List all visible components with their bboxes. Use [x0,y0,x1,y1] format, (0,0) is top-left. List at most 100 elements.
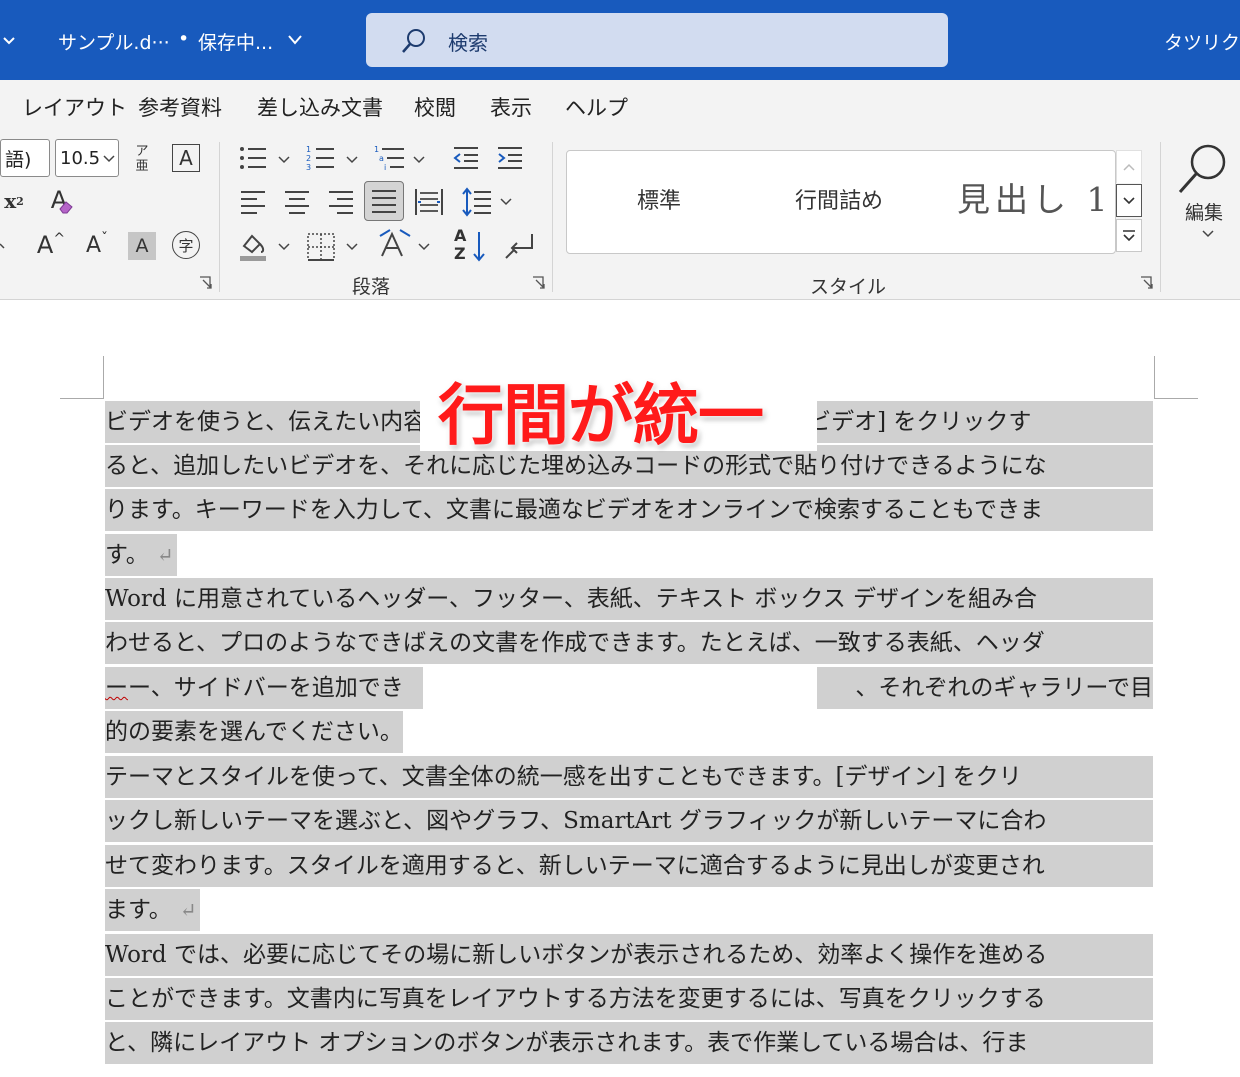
svg-text:3: 3 [306,163,311,172]
tab-help[interactable]: ヘルプ [565,92,628,122]
quick-access-dropdown-icon[interactable] [2,30,16,50]
text-line-last[interactable]: 的の要素を選んでください。 [105,711,403,753]
tab-mailings[interactable]: 差し込み文書 [257,92,383,122]
text-line-last[interactable]: ます。 ↵ [105,889,201,931]
tab-view[interactable]: 表示 [490,92,532,122]
distributed-icon[interactable] [414,187,444,217]
align-center-icon[interactable] [284,189,310,215]
character-border-button[interactable]: A [172,144,200,172]
multilevel-list-icon[interactable]: 1ai [374,144,406,172]
font-dialog-launcher-icon[interactable] [198,275,214,291]
shrink-caret: ˇ [101,231,109,247]
chevron-down-icon[interactable] [278,156,290,164]
style-normal[interactable]: 標準 [637,183,681,215]
ribbon-tabs: レイアウト 参考資料 差し込み文書 校閲 表示 ヘルプ [0,80,1240,132]
chevron-down-icon[interactable] [286,32,304,48]
text-line[interactable]: せて変わります。スタイルを適用すると、新しいテーマに適合するように見出しが変更さ… [105,845,1153,887]
squiggle-char: ー [105,675,128,701]
chevron-down-icon[interactable] [278,243,290,251]
title-bar: サンプル.d··· • 保存中... 検索 タツリク エ [0,0,1240,80]
grow-font-label: A [36,231,54,259]
styles-scroll-up[interactable] [1116,150,1142,183]
text-line[interactable]: ことができます。文書内に写真をレイアウトする方法を変更するには、写真をクリックす… [105,978,1153,1020]
borders-icon[interactable] [306,232,336,262]
text-line[interactable]: ります。キーワードを入力して、文書に最適なビデオをオンラインで検索することもでき… [105,489,1153,531]
font-name-combo[interactable]: 語) [0,139,50,177]
svg-text:i: i [384,163,386,172]
tab-layout[interactable]: レイアウト [22,92,127,122]
phonetic-guide-button[interactable]: ア 亜 [128,142,156,176]
shading-bucket-icon[interactable] [238,230,270,262]
increase-indent-icon[interactable] [496,145,524,171]
enclose-characters-button[interactable]: 字 [172,231,200,259]
chevron-up-icon [1123,163,1135,171]
search-box[interactable]: 検索 [366,13,948,67]
font-size-value: 10.5 [60,147,101,169]
text-segment-start: ー、サイドバーを追加でき [128,675,404,701]
ribbon: 語) 10.5 ア 亜 A x2 A A ^ Aˇ A 字 123 1ai A … [0,132,1240,300]
superscript-exp: 2 [16,194,24,208]
text-line[interactable]: わせると、プロのようなできばえの文書を作成できます。たとえば、一致する表紙、ヘッ… [105,622,1153,664]
chevron-down-icon[interactable] [0,236,10,252]
style-no-spacing[interactable]: 行間詰め [795,183,883,215]
user-name[interactable]: タツリク エ [1164,28,1240,55]
styles-group-label: スタイル [810,276,887,298]
text-line[interactable]: テーマとスタイルを使って、文書全体の統一感を出すこともできます。[デザイン] を… [105,756,1153,798]
text-line-last[interactable]: す。 ↵ [105,534,178,576]
shrink-font-button[interactable]: Aˇ [80,228,114,262]
styles-dialog-launcher-icon[interactable] [1139,275,1155,291]
text-line[interactable]: ーー、サイドバーを追加でき 、それぞれのギャラリーで目 [105,667,1153,709]
svg-text:a: a [379,154,384,163]
justify-button[interactable] [364,181,404,221]
text-line[interactable]: Word では、必要に応じてその場に新しいボタンが表示されるため、効率よく操作を… [105,934,1153,976]
chevron-down-icon[interactable] [1202,230,1214,238]
justify-icon [372,190,396,213]
paragraph-dialog-launcher-icon[interactable] [531,275,547,291]
align-left-icon[interactable] [240,189,266,215]
grow-font-button[interactable]: A ^ [34,228,68,262]
chevron-down-icon[interactable] [500,198,512,206]
more-dropdown-icon [1123,229,1135,241]
crop-mark [60,398,104,399]
sort-z-label: Z [454,244,466,263]
phonetic-bottom-label: 亜 [135,159,149,174]
sort-arrow-icon [473,232,485,262]
chevron-down-icon[interactable] [346,243,358,251]
styles-scroll-down[interactable] [1116,184,1142,217]
character-shading-button[interactable]: A [128,232,156,260]
text-line[interactable]: Word に用意されているヘッダー、フッター、表紙、テキスト ボックス デザイン… [105,578,1153,620]
sort-a-label: A [454,226,467,245]
decrease-indent-icon[interactable] [452,145,480,171]
svg-text:2: 2 [306,154,311,163]
sort-button[interactable]: A Z [454,226,490,264]
chevron-down-icon[interactable] [413,156,425,164]
show-hide-marks-icon[interactable] [502,230,536,262]
style-heading1[interactable]: 見出し 1 [957,173,1113,221]
svg-text:1: 1 [374,145,379,154]
edit-group-label[interactable]: 編集 [1185,198,1223,225]
text-segment: ます。 [105,897,172,923]
clear-formatting-button[interactable]: A [42,182,76,218]
save-status[interactable]: 保存中... [198,28,273,55]
numbering-icon[interactable]: 123 [306,144,336,172]
chevron-down-icon[interactable] [346,156,358,164]
search-icon[interactable] [1176,140,1232,196]
svg-text:1: 1 [306,145,311,154]
asian-layout-icon[interactable] [378,228,412,262]
line-spacing-icon[interactable] [462,187,492,217]
styles-more-button[interactable] [1116,219,1142,252]
text-line[interactable]: と、隣にレイアウト オプションのボタンが表示されます。表で作業している場合は、行… [105,1022,1153,1064]
text-segment: す。 [105,542,149,568]
tab-review[interactable]: 校閲 [414,92,456,122]
document-name[interactable]: サンプル.d··· [58,28,170,55]
superscript-button[interactable]: x2 [0,184,28,218]
eraser-icon [59,201,73,214]
align-right-icon[interactable] [328,189,354,215]
tab-references[interactable]: 参考資料 [138,92,222,122]
chevron-down-icon[interactable] [418,243,430,251]
char-border-label: A [179,146,193,170]
bullets-icon[interactable] [238,144,268,172]
text-line[interactable]: ックし新しいテーマを選ぶと、図やグラフ、SmartArt グラフィックが新しいテ… [105,800,1153,842]
crop-mark [1154,356,1155,398]
font-size-combo[interactable]: 10.5 [55,139,119,177]
